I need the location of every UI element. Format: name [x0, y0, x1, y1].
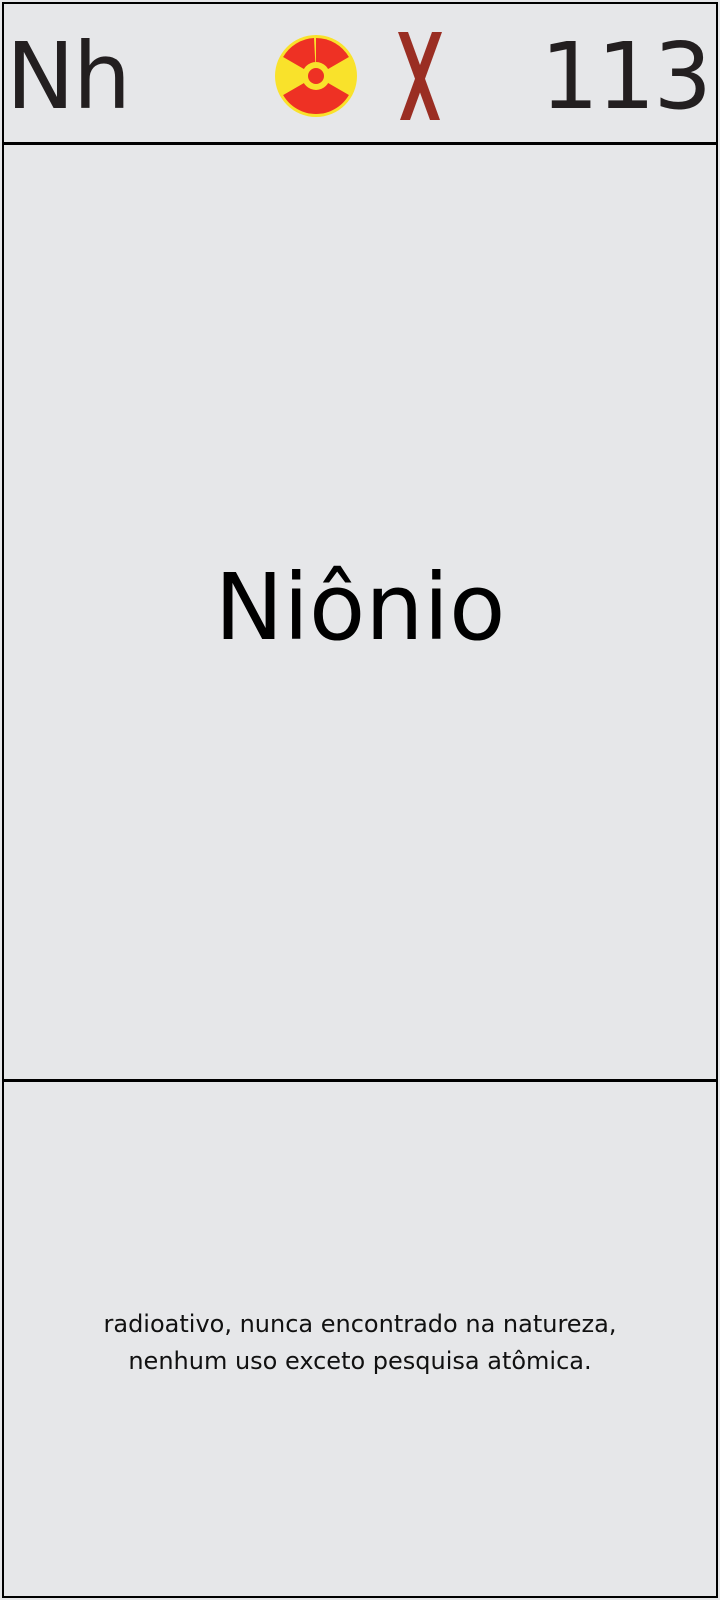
element-description: radioativo, nunca encontrado na natureza…: [103, 1310, 617, 1375]
atomic-number: 113: [540, 23, 712, 130]
element-name-section: Niônio: [4, 145, 716, 1082]
element-symbol: Nh: [6, 23, 131, 130]
radiation-icon: [275, 35, 357, 117]
element-card: Nh 113 Niônio radioativo, nunca encontra…: [2, 2, 718, 1598]
synthetic-x-icon: [398, 32, 442, 120]
element-name: Niônio: [214, 554, 506, 661]
element-description-section: radioativo, nunca encontrado na natureza…: [4, 1082, 716, 1596]
element-header: Nh 113: [4, 4, 716, 145]
